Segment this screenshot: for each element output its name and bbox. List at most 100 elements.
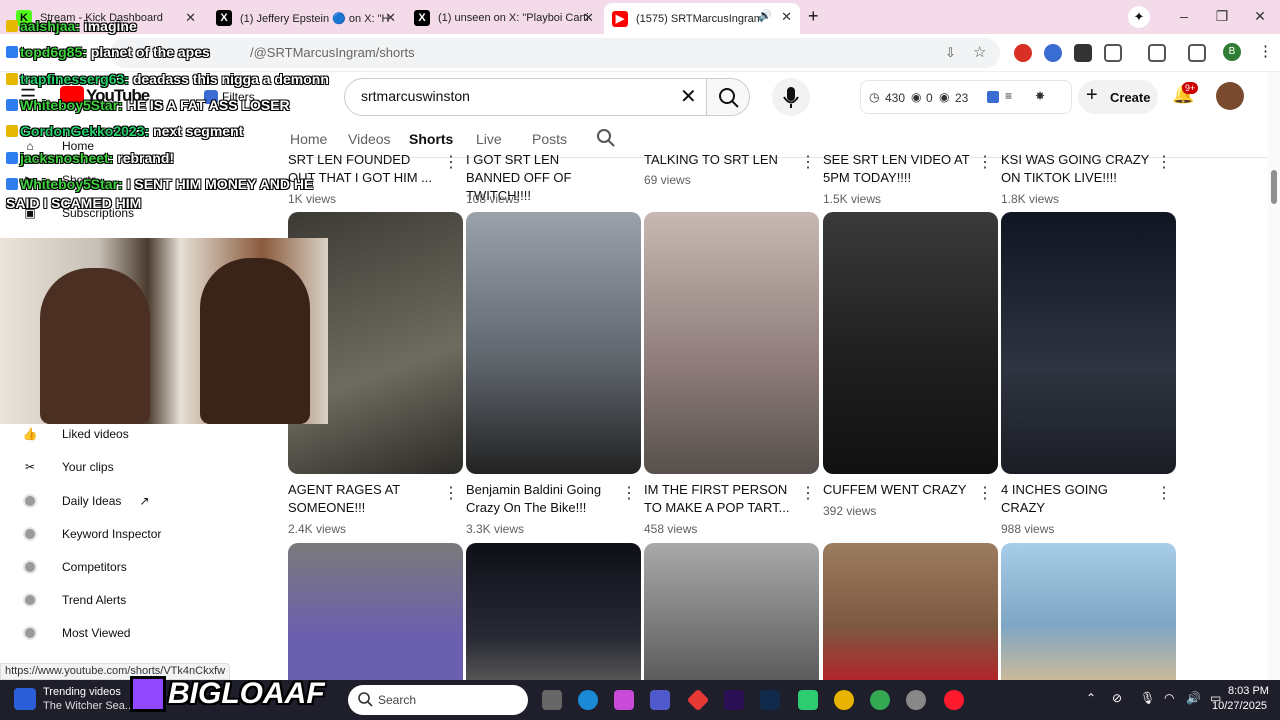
chrome-icon[interactable] (870, 690, 890, 710)
opera-icon[interactable] (944, 690, 964, 710)
short-thumbnail[interactable] (823, 212, 998, 474)
sidepanel-icon[interactable] (1148, 44, 1166, 62)
new-tab-button[interactable]: + (808, 6, 819, 27)
sidebar-item-keyword-inspector[interactable]: Keyword Inspector (20, 517, 280, 551)
short-title[interactable]: AGENT RAGES AT SOMEONE!!! (288, 481, 438, 517)
extension-icon[interactable] (1044, 44, 1062, 62)
app-icon[interactable] (798, 690, 818, 710)
tab-posts[interactable]: Posts (532, 131, 567, 147)
close-icon[interactable]: ✕ (385, 10, 396, 26)
chrome-icon[interactable] (834, 690, 854, 710)
gemini-icon[interactable]: ✦ (1128, 6, 1150, 28)
chevron-up-icon[interactable]: ⌃ (1086, 691, 1096, 705)
tab-shorts[interactable]: Shorts (409, 131, 453, 147)
more-options-icon[interactable]: ⋮ (977, 155, 993, 171)
search-input[interactable]: srtmarcuswinston (344, 78, 708, 116)
browser-tab-x1[interactable]: X (1) Jeffery Epstein 🔵 on X: "Ho ✕ (208, 4, 404, 32)
tab-live[interactable]: Live (476, 131, 502, 147)
short-thumbnail[interactable] (823, 543, 998, 680)
short-thumbnail[interactable] (644, 212, 819, 474)
short-title[interactable]: SEE SRT LEN VIDEO AT 5PM TODAY!!!! (823, 151, 973, 187)
more-options-icon[interactable]: ⋮ (1156, 155, 1172, 171)
clock-time[interactable]: 8:03 PM (1228, 685, 1269, 697)
short-thumbnail[interactable] (466, 212, 641, 474)
bookmark-star-icon[interactable]: ☆ (973, 43, 986, 61)
browser-tab-x2[interactable]: X (1) unseen on X: "Playboi Carti a ✕ (406, 4, 602, 32)
news-title[interactable]: Trending videos (43, 686, 121, 698)
short-thumbnail[interactable] (288, 543, 463, 680)
sidebar-item-trend-alerts[interactable]: Trend Alerts (20, 583, 280, 617)
short-title[interactable]: IM THE FIRST PERSON TO MAKE A POP TART..… (644, 481, 794, 517)
search-icon (597, 129, 615, 147)
more-options-icon[interactable]: ⋮ (443, 155, 459, 171)
close-icon[interactable]: ✕ (781, 9, 792, 25)
extension-icon[interactable] (1014, 44, 1032, 62)
sidebar-item-daily-ideas[interactable]: Daily Ideas ↗ (20, 484, 280, 518)
edge-icon[interactable] (578, 690, 598, 710)
scrollbar-thumb[interactable] (1271, 170, 1277, 204)
news-icon[interactable] (14, 688, 36, 710)
short-thumbnail[interactable] (1001, 543, 1176, 680)
photoshop-icon[interactable] (760, 690, 780, 710)
app-icon[interactable] (686, 688, 710, 712)
address-bar[interactable]: /@SRTMarcusIngram/shorts (110, 38, 1000, 68)
volume-icon[interactable]: 🔊 (1186, 691, 1201, 705)
youtube-icon: ▶ (612, 10, 628, 27)
short-title[interactable]: Benjamin Baldini Going Crazy On The Bike… (466, 481, 616, 517)
obs-icon[interactable] (906, 690, 926, 710)
menu-kebab-icon[interactable]: ⋮ (1258, 42, 1273, 60)
close-icon[interactable]: ✕ (185, 10, 196, 26)
install-app-icon[interactable]: ⇩ (945, 45, 956, 61)
create-button[interactable]: + Create (1078, 80, 1158, 114)
short-title[interactable]: TALKING TO SRT LEN (644, 151, 794, 169)
short-title[interactable]: CUFFEM WENT CRAZY (823, 481, 973, 499)
bug-icon[interactable]: ✸ (1035, 89, 1045, 103)
close-icon[interactable]: ✕ (583, 10, 594, 26)
taskbar-search[interactable]: Search (348, 685, 528, 715)
clock-date[interactable]: 10/27/2025 (1212, 700, 1267, 712)
restore-icon[interactable]: ❐ (1212, 8, 1232, 25)
channel-search-button[interactable] (596, 128, 616, 153)
x-icon: X (216, 10, 232, 26)
minimize-icon[interactable]: – (1174, 8, 1194, 24)
voice-search-button[interactable] (772, 78, 810, 116)
sidebar-item-competitors[interactable]: Competitors (20, 550, 280, 584)
task-view-icon[interactable] (542, 690, 562, 710)
microphone-icon[interactable]: 🎙 (1140, 691, 1155, 705)
window-close-icon[interactable]: ✕ (1250, 8, 1270, 25)
more-options-icon[interactable]: ⋮ (621, 486, 637, 502)
copilot-icon[interactable] (614, 690, 634, 710)
wifi-icon[interactable]: ◠ (1164, 691, 1174, 705)
tab-home[interactable]: Home (290, 131, 327, 147)
media-icon[interactable] (1188, 44, 1206, 62)
extension-icon[interactable] (1074, 44, 1092, 62)
more-options-icon[interactable]: ⋮ (800, 486, 816, 502)
scrollbar[interactable] (1268, 72, 1280, 680)
tab-videos[interactable]: Videos (348, 131, 391, 147)
short-thumbnail[interactable] (1001, 212, 1176, 474)
sidebar-item-most-viewed[interactable]: Most Viewed (20, 616, 280, 650)
plus-icon: + (1086, 84, 1098, 106)
short-thumbnail[interactable] (466, 543, 641, 680)
profile-avatar[interactable]: B (1223, 43, 1241, 61)
list-icon[interactable]: ≡ (1005, 89, 1012, 103)
short-title[interactable]: KSI WAS GOING CRAZY ON TIKTOK LIVE!!!! (1001, 151, 1151, 187)
sidebar-item-your-clips[interactable]: ✂ Your clips (20, 450, 280, 484)
more-options-icon[interactable]: ⋮ (800, 155, 816, 171)
ext-icon[interactable] (987, 91, 999, 103)
short-thumbnail[interactable] (644, 543, 819, 680)
speaker-icon[interactable]: 🔊 (758, 9, 772, 22)
teams-icon[interactable] (650, 690, 670, 710)
short-title[interactable]: 4 INCHES GOING CRAZY (1001, 481, 1121, 517)
browser-tab-youtube[interactable]: ▶ (1575) SRTMarcusIngram - 🔊 ✕ (604, 3, 800, 34)
premiere-icon[interactable] (724, 690, 744, 710)
more-options-icon[interactable]: ⋮ (1156, 486, 1172, 502)
search-button[interactable] (706, 78, 750, 116)
puzzle-icon[interactable] (1104, 44, 1122, 62)
more-options-icon[interactable]: ⋮ (977, 486, 993, 502)
more-options-icon[interactable]: ⋮ (443, 486, 459, 502)
clear-search-icon[interactable]: ✕ (680, 84, 697, 109)
short-views: 1K views (288, 192, 337, 206)
account-avatar[interactable] (1216, 82, 1244, 110)
network-icon[interactable]: ⊘ (1112, 691, 1122, 705)
